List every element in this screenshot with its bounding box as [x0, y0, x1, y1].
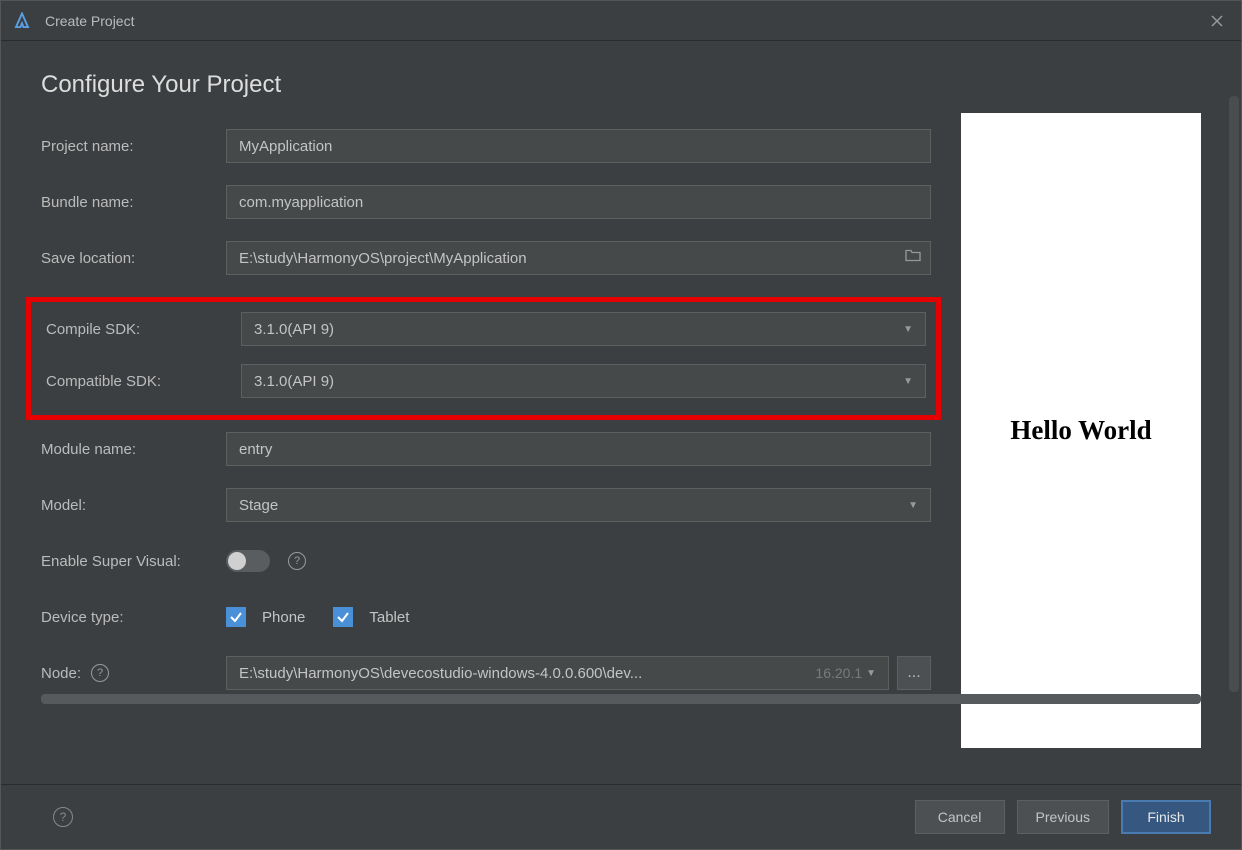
label-compile-sdk: Compile SDK: — [46, 321, 241, 338]
label-save-location: Save location: — [41, 250, 226, 267]
label-super-visual: Enable Super Visual: — [41, 553, 226, 570]
select-compatible-sdk[interactable]: 3.1.0(API 9) ▼ — [241, 364, 926, 398]
select-node[interactable]: E:\study\HarmonyOS\devecostudio-windows-… — [226, 656, 889, 690]
label-project-name: Project name: — [41, 138, 226, 155]
node-version: 16.20.1 ▼ — [815, 665, 882, 681]
row-enable-super-visual: Enable Super Visual: ? — [41, 544, 931, 578]
checkbox-phone-label: Phone — [262, 609, 305, 626]
row-bundle-name: Bundle name: — [41, 185, 931, 219]
row-project-name: Project name: — [41, 129, 931, 163]
toggle-super-visual[interactable] — [226, 550, 270, 572]
node-path-value: E:\study\HarmonyOS\devecostudio-windows-… — [227, 665, 815, 682]
select-compatible-sdk-value: 3.1.0(API 9) — [254, 373, 334, 390]
label-device-type: Device type: — [41, 609, 226, 626]
app-logo-icon — [13, 12, 31, 30]
select-compile-sdk-value: 3.1.0(API 9) — [254, 321, 334, 338]
row-device-type: Device type: Phone Tablet — [41, 600, 931, 634]
help-icon-super-visual[interactable]: ? — [288, 552, 306, 570]
row-model: Model: Stage ▼ — [41, 488, 931, 522]
row-module-name: Module name: — [41, 432, 931, 466]
input-project-name[interactable] — [226, 129, 931, 163]
checkbox-tablet[interactable] — [333, 607, 353, 627]
vertical-scrollbar[interactable] — [1229, 96, 1239, 692]
chevron-down-icon: ▼ — [903, 324, 913, 335]
cancel-button[interactable]: Cancel — [915, 800, 1005, 834]
horizontal-scrollbar[interactable] — [41, 694, 1201, 704]
help-icon-node[interactable]: ? — [91, 664, 109, 682]
input-module-name[interactable] — [226, 432, 931, 466]
row-compatible-sdk: Compatible SDK: 3.1.0(API 9) ▼ — [41, 364, 926, 398]
row-node: Node: ? E:\study\HarmonyOS\devecostudio-… — [41, 656, 931, 690]
label-compatible-sdk: Compatible SDK: — [46, 373, 241, 390]
preview-pane: Hello World — [961, 113, 1201, 748]
finish-button[interactable]: Finish — [1121, 800, 1211, 834]
select-model[interactable]: Stage ▼ — [226, 488, 931, 522]
label-module-name: Module name: — [41, 441, 226, 458]
form-area: Configure Your Project Project name: Bun… — [41, 71, 961, 774]
footer-help-icon[interactable]: ? — [53, 807, 73, 827]
label-model: Model: — [41, 497, 226, 514]
create-project-dialog: Create Project Configure Your Project Pr… — [0, 0, 1242, 850]
close-button[interactable] — [1205, 9, 1229, 33]
chevron-down-icon: ▼ — [908, 500, 918, 511]
chevron-down-icon: ▼ — [866, 668, 876, 679]
folder-browse-icon[interactable] — [905, 249, 921, 268]
previous-button[interactable]: Previous — [1017, 800, 1109, 834]
window-title: Create Project — [45, 13, 134, 29]
row-compile-sdk: Compile SDK: 3.1.0(API 9) ▼ — [41, 312, 926, 346]
toggle-knob — [228, 552, 246, 570]
input-save-location[interactable] — [226, 241, 931, 275]
preview-text: Hello World — [1010, 415, 1151, 446]
label-bundle-name: Bundle name: — [41, 194, 226, 211]
sdk-highlight-box: Compile SDK: 3.1.0(API 9) ▼ Compatible S… — [26, 297, 941, 420]
select-compile-sdk[interactable]: 3.1.0(API 9) ▼ — [241, 312, 926, 346]
row-save-location: Save location: — [41, 241, 931, 275]
footer-bar: ? Cancel Previous Finish — [1, 784, 1241, 849]
checkbox-tablet-label: Tablet — [369, 609, 409, 626]
input-bundle-name[interactable] — [226, 185, 931, 219]
chevron-down-icon: ▼ — [903, 376, 913, 387]
label-node: Node: ? — [41, 664, 226, 682]
title-bar: Create Project — [1, 1, 1241, 41]
node-browse-button[interactable]: ... — [897, 656, 931, 690]
page-heading: Configure Your Project — [41, 71, 931, 99]
select-model-value: Stage — [239, 497, 278, 514]
content-area: Configure Your Project Project name: Bun… — [1, 41, 1241, 784]
checkbox-phone[interactable] — [226, 607, 246, 627]
